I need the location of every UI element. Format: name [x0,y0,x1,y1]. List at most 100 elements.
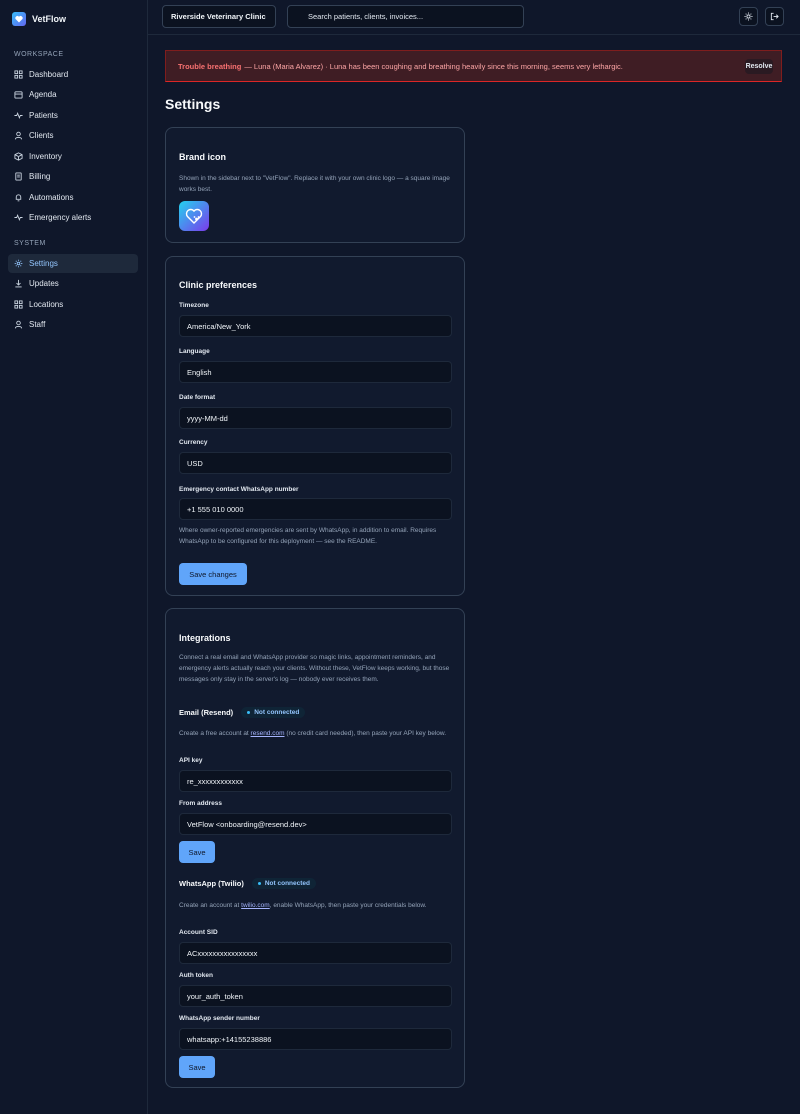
gear-icon [14,259,23,268]
date-format-input[interactable]: yyyy-MM-dd [179,407,452,429]
status-dot-icon [247,711,251,714]
resolve-button[interactable]: Resolve [745,59,773,74]
sidebar-item-label: Updates [29,279,59,288]
clinic-selector[interactable]: Riverside Veterinary Clinic [162,5,276,28]
calendar-icon [14,91,23,99]
help-prefix: Create an account at [179,902,242,909]
alert-title: Trouble breathing [178,61,242,71]
receipt-icon [15,172,22,181]
bell-icon [15,194,22,202]
help-suffix: , enable WhatsApp, then paste your crede… [269,902,427,909]
timezone-label: Timezone [179,302,209,309]
search-input[interactable]: Search patients, clients, invoices... [287,5,524,28]
sidebar-item-label: Inventory [29,152,62,161]
clinic-preferences-card: Clinic preferences Timezone America/New_… [165,256,465,596]
api-key-input[interactable]: re_xxxxxxxxxxxx [179,770,452,792]
download-icon [15,279,22,288]
card-title: Brand icon [179,152,227,162]
sender-number-input[interactable]: whatsapp:+14155238886 [179,1028,452,1050]
sidebar-item-updates[interactable]: Updates [8,274,138,293]
sidebar-item-locations[interactable]: Locations [8,295,138,314]
logout-icon [770,12,779,21]
sidebar-item-label: Clients [29,131,54,140]
sidebar-item-patients[interactable]: Patients [8,106,138,125]
sidebar: VetFlow WORKSPACE Dashboard Agenda Patie… [0,0,148,1114]
brand-logo-upload[interactable] [179,201,209,231]
sidebar-item-automations[interactable]: Automations [8,188,138,207]
status-badge: Not connected [241,707,306,718]
save-email-button[interactable]: Save [179,841,215,863]
theme-toggle-button[interactable] [739,7,758,26]
integrations-description: Connect a real email and WhatsApp provid… [179,654,450,683]
user-icon [14,131,23,140]
sidebar-item-label: Settings [29,259,58,268]
account-sid-input[interactable]: ACxxxxxxxxxxxxxxxx [179,942,452,964]
save-whatsapp-button[interactable]: Save [179,1056,215,1078]
sidebar-item-label: Staff [29,320,46,329]
save-changes-button[interactable]: Save changes [179,563,247,585]
logout-button[interactable] [765,7,784,26]
email-section-header: Email (Resend) Not connected [179,707,306,718]
account-sid-label: Account SID [179,929,218,936]
language-select[interactable]: English [179,361,452,383]
date-format-label: Date format [179,394,216,401]
card-title: Integrations [179,633,231,643]
whatsapp-section-header: WhatsApp (Twilio) Not connected [179,878,317,889]
whatsapp-number-label: Emergency contact WhatsApp number [179,486,299,493]
resend-link[interactable]: resend.com [251,730,285,737]
sidebar-item-inventory[interactable]: Inventory [8,147,138,166]
twilio-link[interactable]: twilio.com [241,902,270,909]
page-title: Settings [165,96,221,112]
api-key-label: API key [179,757,203,764]
sidebar-item-label: Agenda [29,90,57,99]
currency-label: Currency [179,439,208,446]
auth-token-input[interactable]: your_auth_token [179,985,452,1007]
sidebar-item-label: Billing [29,172,51,181]
whatsapp-help-text: Create an account at twilio.com, enable … [179,900,454,911]
paw-heart-icon [185,208,203,224]
sidebar-item-label: Automations [29,193,74,202]
pulse-icon [14,112,23,119]
status-dot-icon [257,882,261,885]
topbar: Riverside Veterinary Clinic Search patie… [148,0,800,35]
from-address-input[interactable]: VetFlow <onboarding@resend.dev> [179,813,452,835]
card-title: Clinic preferences [179,280,258,290]
sidebar-item-settings[interactable]: Settings [8,254,138,273]
timezone-select[interactable]: America/New_York [179,315,452,337]
brand[interactable]: VetFlow [12,12,66,26]
integrations-card: Integrations Connect a real email and Wh… [165,608,465,1088]
emergency-alert-banner: Trouble breathing — Luna (Maria Alvarez)… [165,50,782,82]
brand-icon-card: Brand icon Shown in the sidebar next to … [165,127,465,243]
sidebar-item-clients[interactable]: Clients [8,126,138,145]
sidebar-item-dashboard[interactable]: Dashboard [8,65,138,84]
vetflow-logo-icon [12,12,26,26]
help-prefix: Create a free account at [179,730,251,737]
sidebar-item-label: Dashboard [29,70,69,79]
sun-icon [744,12,753,21]
whatsapp-number-input[interactable]: +1 555 010 0000 [179,498,452,520]
app-name: VetFlow [32,14,67,24]
sidebar-item-agenda[interactable]: Agenda [8,85,138,104]
sidebar-item-billing[interactable]: Billing [8,167,138,186]
workspace-section-label: WORKSPACE [14,51,64,58]
alert-message: — Luna (Maria Alvarez) · Luna has been c… [244,61,623,71]
user-icon [14,320,23,329]
currency-input[interactable]: USD [179,452,452,474]
status-badge: Not connected [251,878,317,889]
language-label: Language [179,348,210,355]
status-text: Not connected [254,709,300,716]
from-address-label: From address [179,800,222,807]
search-placeholder: Search patients, clients, invoices... [308,12,424,21]
grid-icon [14,70,23,79]
whatsapp-provider-name: WhatsApp (Twilio) [179,879,244,888]
sidebar-item-label: Locations [29,300,64,309]
email-help-text: Create a free account at resend.com (no … [179,728,454,739]
sidebar-item-label: Patients [29,111,58,120]
box-icon [14,152,23,161]
pulse-icon [14,214,23,221]
email-provider-name: Email (Resend) [179,708,234,717]
help-suffix: (no credit card needed), then paste your… [284,730,447,737]
sidebar-item-emergency-alerts[interactable]: Emergency alerts [8,208,138,227]
sidebar-item-staff[interactable]: Staff [8,315,138,334]
brand-icon-description: Shown in the sidebar next to "VetFlow". … [179,175,450,193]
